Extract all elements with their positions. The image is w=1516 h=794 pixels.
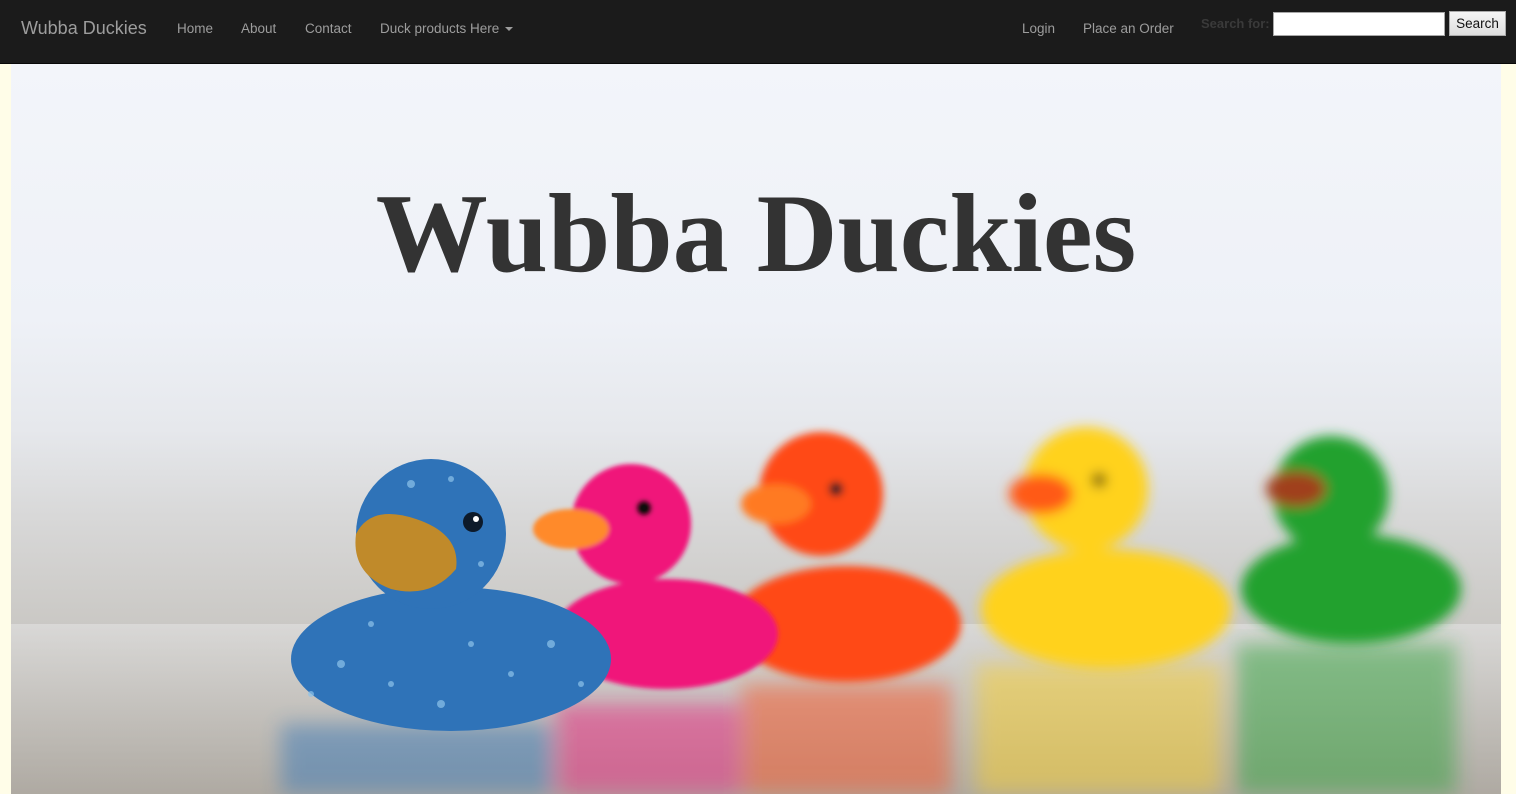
duck-reflection [281,724,581,794]
nav-login[interactable]: Login [1022,21,1055,36]
duck-reflection [976,664,1221,794]
chevron-down-icon [505,27,514,32]
brand-link[interactable]: Wubba Duckies [21,18,147,39]
nav-place-order[interactable]: Place an Order [1083,21,1174,36]
duck-reflection [741,684,951,794]
duck [981,427,1231,669]
dropdown-label: Duck products Here [380,21,500,36]
duck-reflection [1236,644,1456,794]
duck [291,459,611,731]
nav-about[interactable]: About [241,21,276,36]
search-input[interactable] [1273,12,1445,36]
search-button[interactable]: Search [1449,11,1506,36]
hero-title: Wubba Duckies [375,172,1137,297]
nav-duck-products-dropdown[interactable]: Duck products Here [380,21,514,36]
nav-contact[interactable]: Contact [305,21,352,36]
nav-home[interactable]: Home [177,21,213,36]
duck [1241,436,1461,644]
top-navbar: Wubba Duckies Home About Contact Duck pr… [0,0,1516,64]
search-label: Search for: [1201,16,1270,31]
hero-banner: Wubba Duckies [11,64,1501,794]
